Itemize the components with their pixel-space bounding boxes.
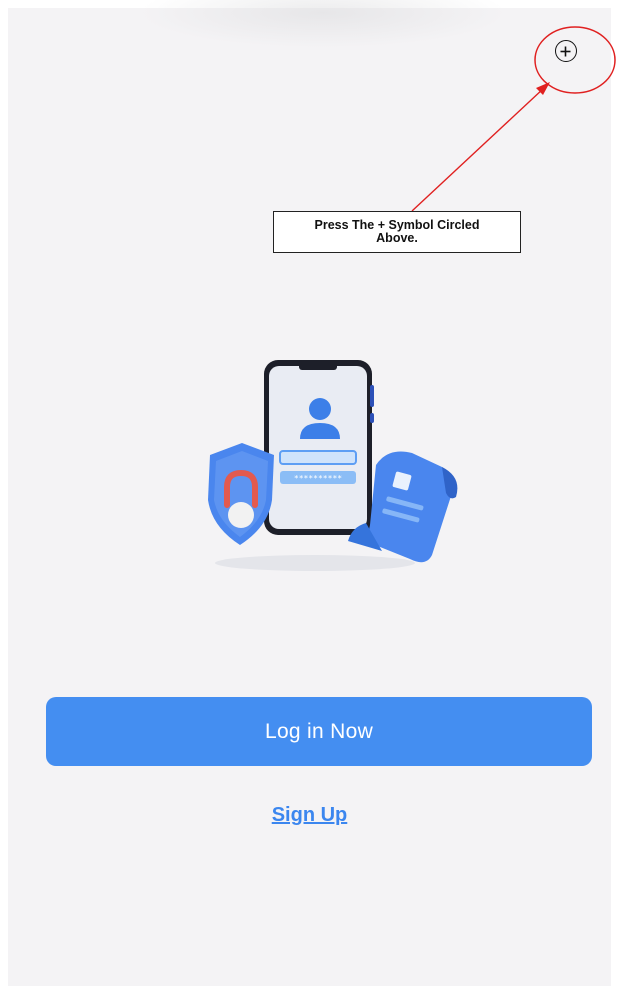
signup-link[interactable]: Sign Up: [0, 804, 619, 827]
add-button[interactable]: [555, 40, 577, 62]
password-mask: **********: [294, 474, 342, 483]
phone-graphic: **********: [264, 360, 374, 535]
annotation-callout: Press The + Symbol Circled Above.: [273, 211, 521, 253]
annotation-text: Press The + Symbol Circled Above.: [314, 218, 480, 245]
plus-circle-icon: [560, 46, 571, 56]
login-illustration: **********: [208, 360, 458, 571]
shield-lock-icon: [208, 443, 274, 545]
login-button[interactable]: Log in Now: [46, 697, 592, 766]
